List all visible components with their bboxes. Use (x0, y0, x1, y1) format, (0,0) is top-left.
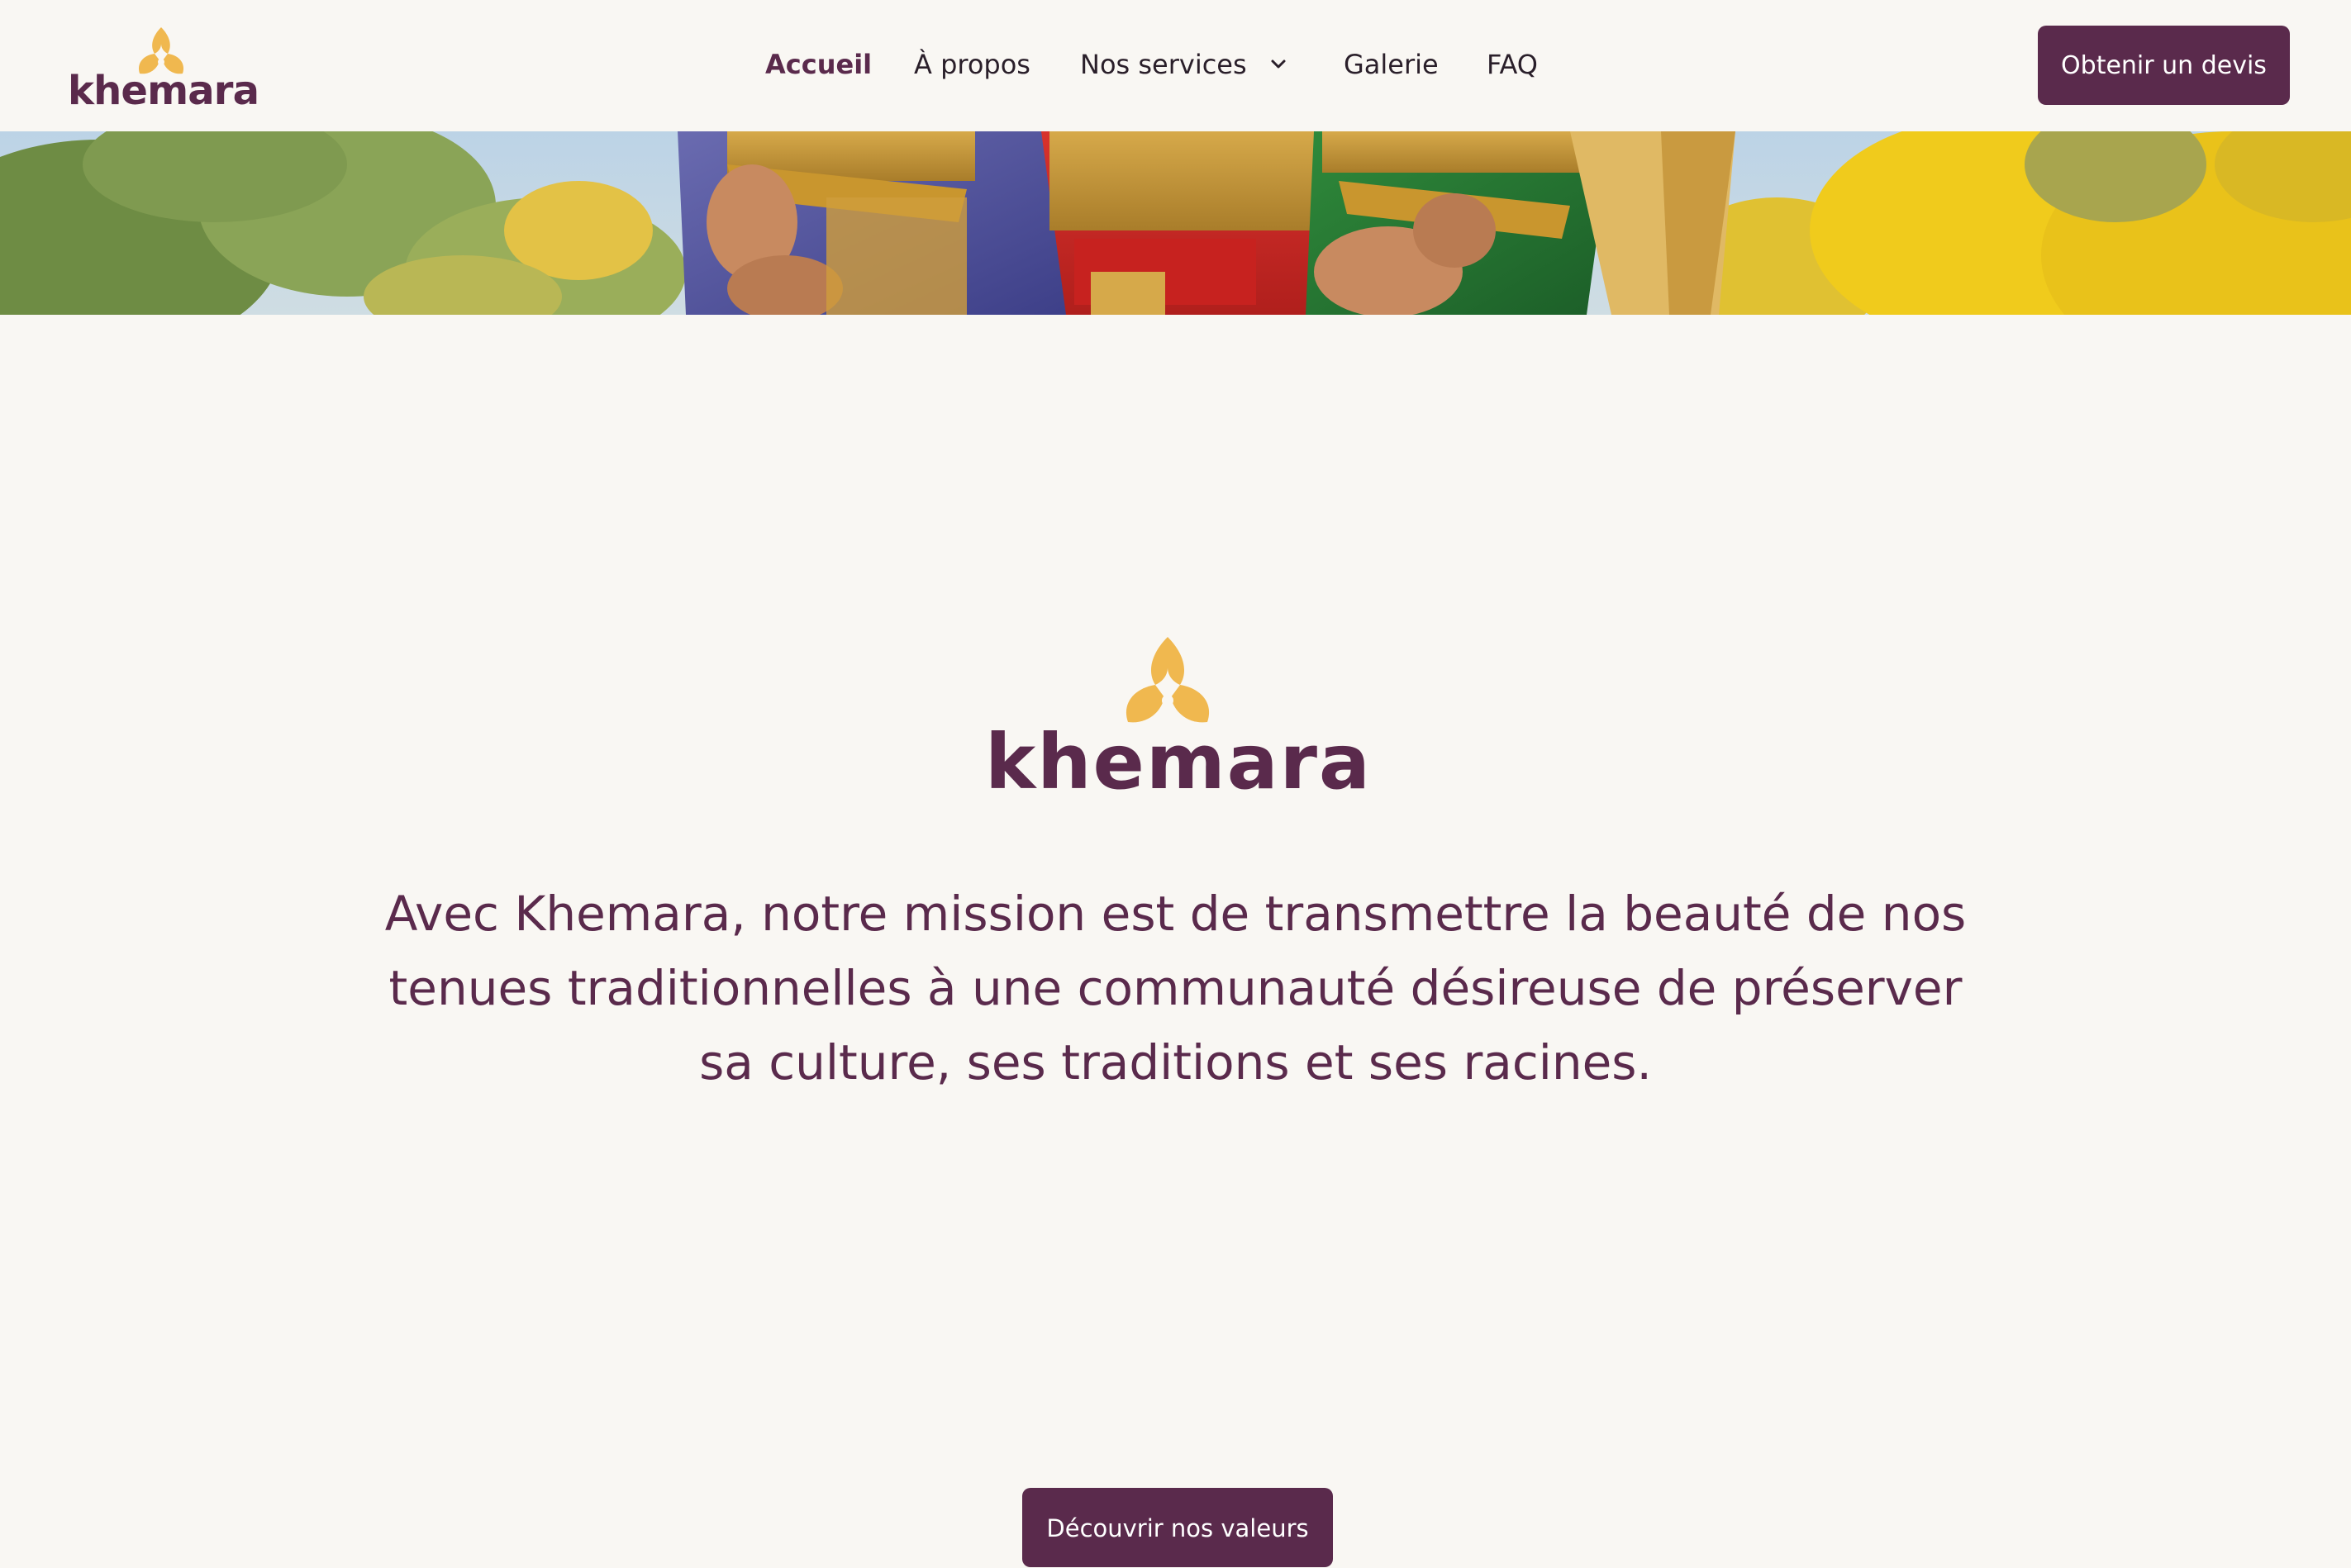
mission-logo: khemara (979, 637, 1376, 806)
hero-banner (0, 131, 2351, 315)
logo-wordmark: khemara (68, 68, 259, 110)
nav-item-accueil[interactable]: Accueil (765, 48, 872, 81)
mission-section: khemara Avec Khemara, notre mission est … (0, 315, 2351, 1567)
nav-item-a-propos[interactable]: À propos (914, 48, 1030, 81)
mission-statement: Avec Khemara, notre mission est de trans… (384, 886, 1967, 1090)
site-header: khemara Accueil À propos Nos services Ga… (0, 0, 2351, 131)
discover-values-button[interactable]: Découvrir nos valeurs (1022, 1488, 1333, 1567)
header-logo[interactable]: khemara (66, 23, 264, 110)
mission-logo-wordmark: khemara (985, 718, 1370, 798)
hero-image (0, 131, 2351, 315)
nav-item-label: Nos services (1080, 49, 1247, 80)
nav-item-galerie[interactable]: Galerie (1344, 48, 1439, 81)
get-quote-button[interactable]: Obtenir un devis (2038, 26, 2290, 105)
main-nav: Accueil À propos Nos services Galerie FA… (0, 0, 2351, 131)
lotus-icon (1126, 637, 1210, 723)
lotus-icon (138, 27, 184, 74)
nav-item-nos-services[interactable]: Nos services (1080, 48, 1287, 81)
chevron-down-icon (1271, 59, 1286, 69)
nav-item-faq[interactable]: FAQ (1487, 48, 1538, 81)
